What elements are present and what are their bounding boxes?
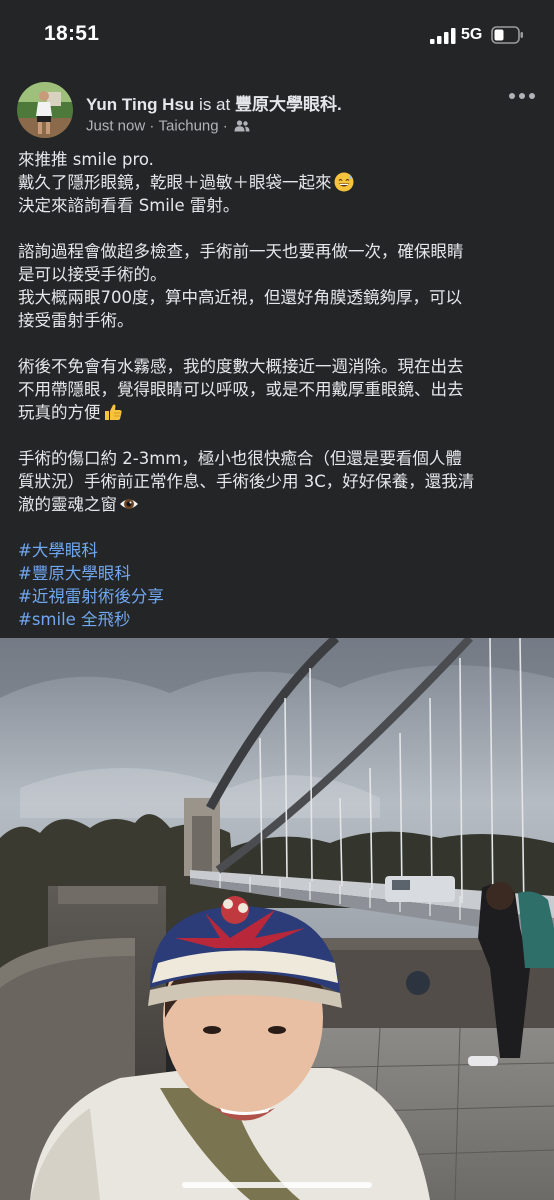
post-place[interactable]: Taichung	[159, 118, 219, 135]
paragraph-3: 術後不免會有水霧感，我的度數大概接近一週消除。現在出去 不用帶隱眼，覺得眼睛可以…	[18, 355, 538, 424]
text-line: 質狀況）手術前正常作息、手術後少用 3C，好好保養，還我清	[18, 472, 475, 491]
eye-emoji-icon	[120, 499, 138, 509]
post-timestamp[interactable]: Just now	[86, 118, 145, 135]
meta-separator: ·	[222, 117, 228, 135]
avatar[interactable]	[17, 82, 73, 138]
status-bar: 18:51 5G	[0, 0, 554, 70]
sweat-smile-emoji-icon	[334, 172, 353, 192]
hashtag-link[interactable]: #豐原大學眼科	[18, 562, 538, 585]
battery-icon	[491, 26, 523, 44]
text-line: 決定來諮詢看看 Smile 雷射。	[18, 196, 240, 215]
author-name[interactable]: Yun Ting Hsu	[86, 95, 194, 114]
post-text: 來推推 smile pro. 戴久了隱形眼鏡，乾眼＋過敏＋眼袋一起來 決定來諮詢…	[18, 148, 538, 631]
paragraph-1: 來推推 smile pro. 戴久了隱形眼鏡，乾眼＋過敏＋眼袋一起來 決定來諮詢…	[18, 148, 538, 217]
text-line: 是可以接受手術的。	[18, 265, 167, 284]
hashtag-link[interactable]: #近視雷射術後分享	[18, 585, 538, 608]
post-header: Yun Ting Hsu is at 豐原大學眼科. Just now · Ta…	[0, 80, 554, 144]
text-line: 不用帶隱眼，覺得眼睛可以呼吸，或是不用戴厚重眼鏡、出去	[18, 380, 464, 399]
text-line: 接受雷射手術。	[18, 311, 134, 330]
is-at-text: is at	[199, 95, 231, 114]
hashtag-link[interactable]: #smile 全飛秒	[18, 608, 538, 631]
thumbs-up-emoji-icon	[104, 404, 122, 420]
text-line: 玩真的方便	[18, 401, 538, 424]
paragraph-2: 諮詢過程會做超多檢查，手術前一天也要再做一次，確保眼睛 是可以接受手術的。 我大…	[18, 240, 538, 332]
author-line: Yun Ting Hsu is at 豐原大學眼科.	[86, 90, 342, 115]
location-link[interactable]: 豐原大學眼科.	[235, 95, 342, 114]
text-line: 手術的傷口約 2-3mm，極小也很快癒合（但還是要看個人體	[18, 449, 462, 468]
status-time: 18:51	[44, 22, 100, 45]
meta-separator: ·	[149, 117, 155, 135]
home-indicator[interactable]	[182, 1182, 372, 1188]
cellular-signal-icon	[430, 28, 456, 44]
post-meta: Just now · Taichung ·	[86, 117, 250, 135]
text-line: 戴久了隱形眼鏡，乾眼＋過敏＋眼袋一起來	[18, 171, 538, 194]
paragraph-4: 手術的傷口約 2-3mm，極小也很快癒合（但還是要看個人體 質狀況）手術前正常作…	[18, 447, 538, 516]
more-options-icon[interactable]	[506, 88, 538, 104]
hashtags: #大學眼科 #豐原大學眼科 #近視雷射術後分享 #smile 全飛秒	[18, 539, 538, 631]
post-photo[interactable]	[0, 638, 554, 1200]
friends-icon[interactable]	[234, 120, 250, 132]
network-type: 5G	[461, 26, 483, 43]
text-line: 來推推 smile pro.	[18, 150, 154, 169]
text-line: 澈的靈魂之窗	[18, 493, 538, 516]
text-line: 我大概兩眼700度，算中高近視，但還好角膜透鏡夠厚，可以	[18, 288, 462, 307]
text-line: 術後不免會有水霧感，我的度數大概接近一週消除。現在出去	[18, 357, 464, 376]
hashtag-link[interactable]: #大學眼科	[18, 539, 538, 562]
text-line: 諮詢過程會做超多檢查，手術前一天也要再做一次，確保眼睛	[18, 242, 464, 261]
